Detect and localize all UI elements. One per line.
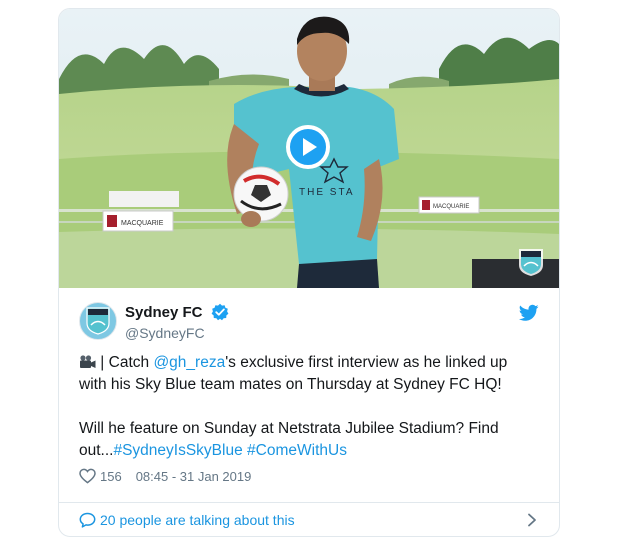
tweet-paragraph-1: | Catch @gh_reza's exclusive first inter… [79, 352, 539, 396]
tweet-meta: 156 08:45 - 31 Jan 2019 [79, 468, 251, 484]
conversation-label: 20 people are talking about this [100, 512, 295, 528]
hashtag-link[interactable]: #SydneyIsSkyBlue [113, 442, 242, 459]
club-crest-watermark [519, 249, 543, 276]
signage-right-text: MACQUARIE [433, 204, 469, 210]
video-camera-emoji [80, 355, 96, 368]
signage-left-text: MACQUARIE [121, 220, 164, 227]
play-icon [303, 138, 317, 156]
chevron-right-icon [528, 513, 536, 527]
hashtag-link[interactable]: #ComeWithUs [247, 442, 347, 459]
tweet-card[interactable]: MACQUARIE MACQUARIE THE STA Sydney FC @S… [58, 8, 560, 537]
mention-link[interactable]: @gh_reza [153, 354, 225, 371]
verified-badge-icon [211, 303, 229, 321]
timestamp[interactable]: 08:45 - 31 Jan 2019 [136, 469, 252, 484]
tweet-text-part: | Catch [96, 354, 154, 371]
display-name[interactable]: Sydney FC [125, 304, 203, 321]
tweet-text: | Catch @gh_reza's exclusive first inter… [79, 352, 539, 462]
video-thumbnail[interactable]: MACQUARIE MACQUARIE THE STA [59, 9, 559, 288]
sydney-fc-crest-icon [86, 307, 110, 335]
play-button[interactable] [286, 125, 330, 169]
handle[interactable]: @SydneyFC [125, 325, 205, 341]
avatar[interactable] [79, 302, 117, 340]
tweet-paragraph-2: Will he feature on Sunday at Netstrata J… [79, 418, 539, 462]
conversation-link[interactable]: 20 people are talking about this [59, 502, 559, 536]
twitter-bird-icon[interactable] [519, 304, 539, 322]
heart-icon[interactable] [79, 468, 96, 484]
speech-bubble-icon [79, 512, 96, 528]
shirt-sponsor-text: THE STA [299, 187, 354, 198]
tweet-header: Sydney FC @SydneyFC [79, 302, 539, 346]
like-count[interactable]: 156 [100, 469, 122, 484]
